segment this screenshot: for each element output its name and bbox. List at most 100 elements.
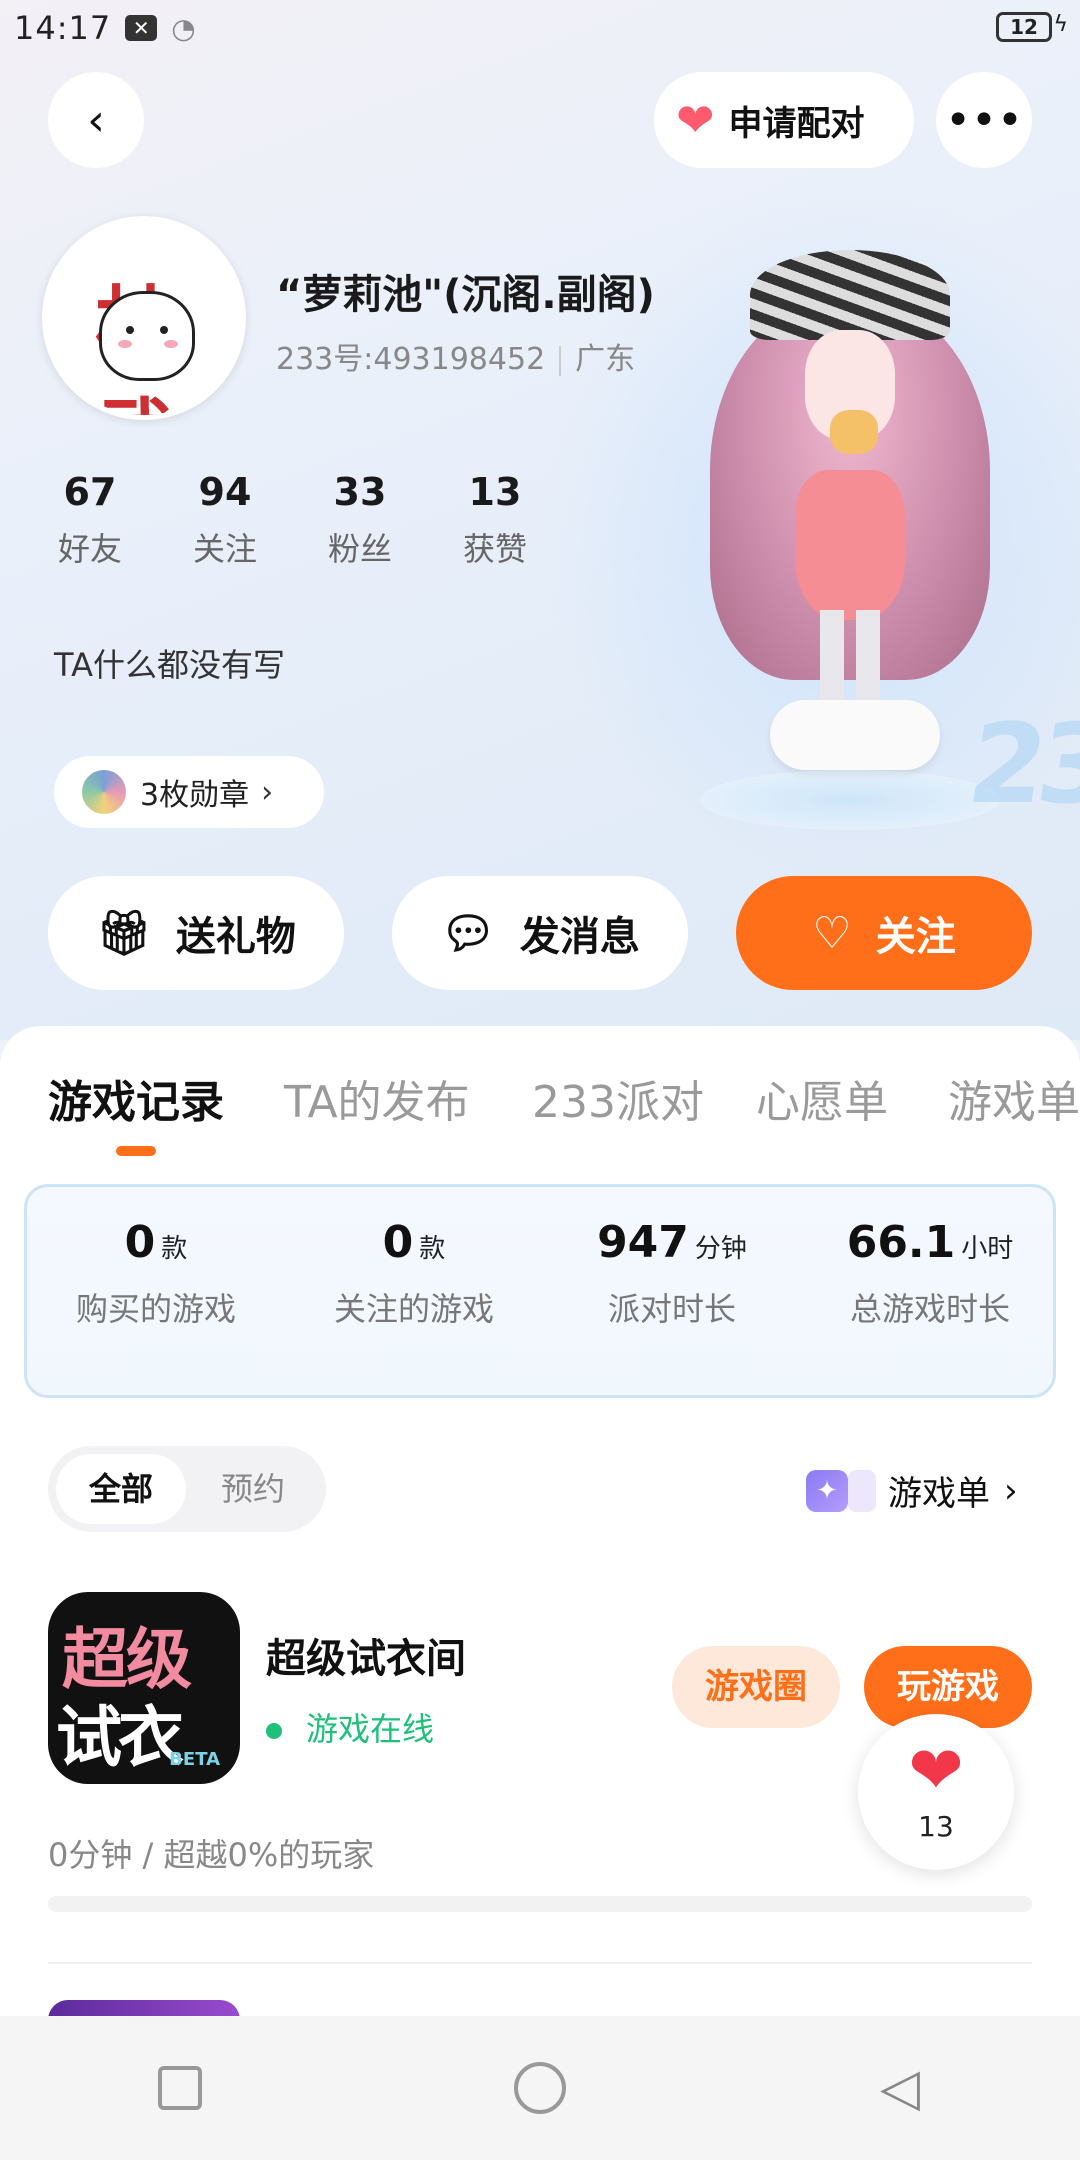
like-count: 13: [918, 1810, 954, 1843]
game-status-label: 游戏在线: [306, 1710, 435, 1748]
more-button[interactable]: •••: [936, 72, 1032, 168]
character-shoes: [770, 700, 940, 770]
follow-label: 关注: [875, 914, 956, 960]
profile-bio: TA什么都没有写: [54, 646, 285, 684]
wifi-icon: ◔: [171, 11, 196, 45]
battery-icon: 12: [996, 12, 1052, 42]
apply-pair-label: 申请配对: [728, 103, 865, 144]
stat-party-duration: 947 分钟 派对时长: [543, 1217, 801, 1330]
game-circle-button[interactable]: 游戏圈: [672, 1646, 840, 1728]
more-dots-icon: •••: [945, 94, 1023, 146]
profile-id: 233号:493198452: [276, 342, 546, 377]
online-dot-icon: [266, 1723, 282, 1739]
chat-bubble-icon: 💬︎: [440, 908, 496, 959]
medal-icon: [82, 770, 126, 814]
stat-unit: 小时: [961, 1234, 1014, 1264]
stat-total-play-time: 66.1 小时 总游戏时长: [801, 1217, 1059, 1330]
stat-label: 购买的游戏: [75, 1290, 236, 1328]
home-button[interactable]: [450, 2062, 630, 2114]
chevron-left-icon: ‹: [87, 94, 105, 146]
game-list-icon-back: [848, 1469, 876, 1512]
chevron-right-icon: ›: [261, 774, 274, 810]
system-nav-bar: ◁: [0, 2016, 1080, 2160]
stat-value: 94: [198, 470, 252, 514]
stat-value: 0: [382, 1217, 414, 1268]
stat-value: 66.1: [846, 1217, 956, 1268]
list-divider: [48, 1962, 1032, 1964]
status-time: 14:17: [14, 9, 112, 47]
triangle-back-icon: ◁: [880, 2058, 920, 2118]
avatar-character-face: [99, 291, 195, 381]
tab-posts[interactable]: TA的发布: [284, 1066, 470, 1130]
back-button[interactable]: ‹: [48, 72, 144, 168]
stat-following[interactable]: 94 关注: [175, 470, 275, 570]
tab-bar: 游戏记录 TA的发布 233派对 心愿单 游戏单: [0, 1066, 1080, 1146]
stat-followed-games: 0款 关注的游戏: [285, 1217, 543, 1330]
filter-reserve[interactable]: 预约: [188, 1454, 318, 1524]
badges-button[interactable]: 3枚勋章 ›: [54, 756, 324, 828]
charging-icon: ϟ: [1053, 12, 1068, 37]
game-list-link[interactable]: ✦ 游戏单 ›: [806, 1466, 1018, 1515]
game-list-label: 游戏单: [888, 1474, 990, 1514]
apply-pair-button[interactable]: ❤ 申请配对: [654, 72, 914, 168]
send-gift-button[interactable]: 🎁︎ 送礼物: [48, 876, 344, 990]
heart-icon: ❤: [676, 93, 715, 147]
game-stats-card: 0款 购买的游戏 0款 关注的游戏 947 分钟 派对时长 66.1 小时 总游戏时…: [24, 1184, 1056, 1398]
tab-game-records[interactable]: 游戏记录: [48, 1066, 224, 1130]
heart-plus-icon: ♡: [812, 907, 852, 959]
send-message-button[interactable]: 💬︎ 发消息: [392, 876, 688, 990]
character-hat: [750, 250, 950, 340]
stat-likes[interactable]: 13 获赞: [445, 470, 545, 570]
stat-label: 粉丝: [327, 530, 392, 568]
stat-value: 33: [333, 470, 387, 514]
badges-label: 3枚勋章: [140, 778, 250, 813]
tab-indicator: [116, 1146, 156, 1156]
divider: [559, 345, 562, 376]
play-progress-bar: [48, 1896, 1032, 1912]
status-bar: 14:17 ✕ ◔ 12 ϟ: [0, 0, 1080, 56]
filter-segmented-control: 全部 预约: [48, 1446, 326, 1532]
stat-value: 13: [468, 470, 522, 514]
stat-purchased-games: 0款 购买的游戏: [27, 1217, 285, 1330]
stat-unit: 款: [161, 1234, 188, 1264]
stat-value: 947: [597, 1217, 689, 1268]
stat-friends[interactable]: 67 好友: [40, 470, 140, 570]
profile-id-line: 233号:493198452 广东: [276, 334, 635, 378]
send-gift-label: 送礼物: [175, 914, 296, 960]
scene-233-logo: 233: [961, 700, 1080, 828]
app-icon-beta-tag: BETA: [169, 1749, 220, 1770]
game-app-icon[interactable]: 超级 试衣间 BETA: [48, 1592, 240, 1784]
stat-label: 好友: [57, 530, 122, 568]
play-progress-text: 0分钟 / 超越0%的玩家: [48, 1836, 375, 1874]
floating-like-button[interactable]: ❤ 13: [858, 1714, 1014, 1870]
stat-label: 获赞: [462, 530, 527, 568]
gift-icon: 🎁︎: [96, 908, 152, 959]
stat-label: 派对时长: [607, 1290, 736, 1328]
nav-back-button[interactable]: ◁: [810, 2058, 990, 2118]
tab-game-lists[interactable]: 游戏单: [948, 1066, 1080, 1130]
profile-region: 广东: [575, 342, 636, 377]
stat-value: 0: [124, 1217, 156, 1268]
stat-unit: 分钟: [694, 1234, 747, 1264]
filter-all[interactable]: 全部: [56, 1454, 186, 1524]
avatar-3d-character[interactable]: [690, 240, 1010, 800]
follow-button[interactable]: ♡ 关注: [736, 876, 1032, 990]
stat-label: 关注: [192, 530, 257, 568]
chevron-right-icon: ›: [1004, 1470, 1018, 1511]
profile-name: “萝莉池"(沉阁.副阁): [276, 272, 655, 318]
tab-233-party[interactable]: 233派对: [532, 1066, 704, 1130]
stat-label: 总游戏时长: [849, 1290, 1010, 1328]
stat-value: 67: [63, 470, 117, 514]
game-title[interactable]: 超级试衣间: [266, 1626, 466, 1684]
stat-unit: 款: [419, 1234, 446, 1264]
recent-apps-button[interactable]: [90, 2066, 270, 2110]
heart-icon: ❤: [908, 1732, 964, 1809]
avatar[interactable]: 林武: [42, 216, 246, 420]
sparkle-icon: ✦: [806, 1469, 848, 1512]
notification-x-icon: ✕: [125, 15, 158, 41]
square-icon: [158, 2066, 202, 2110]
game-online-status: 游戏在线: [266, 1704, 434, 1750]
stat-fans[interactable]: 33 粉丝: [310, 470, 410, 570]
character-dress: [795, 470, 905, 620]
tab-wishlist[interactable]: 心愿单: [756, 1066, 888, 1130]
